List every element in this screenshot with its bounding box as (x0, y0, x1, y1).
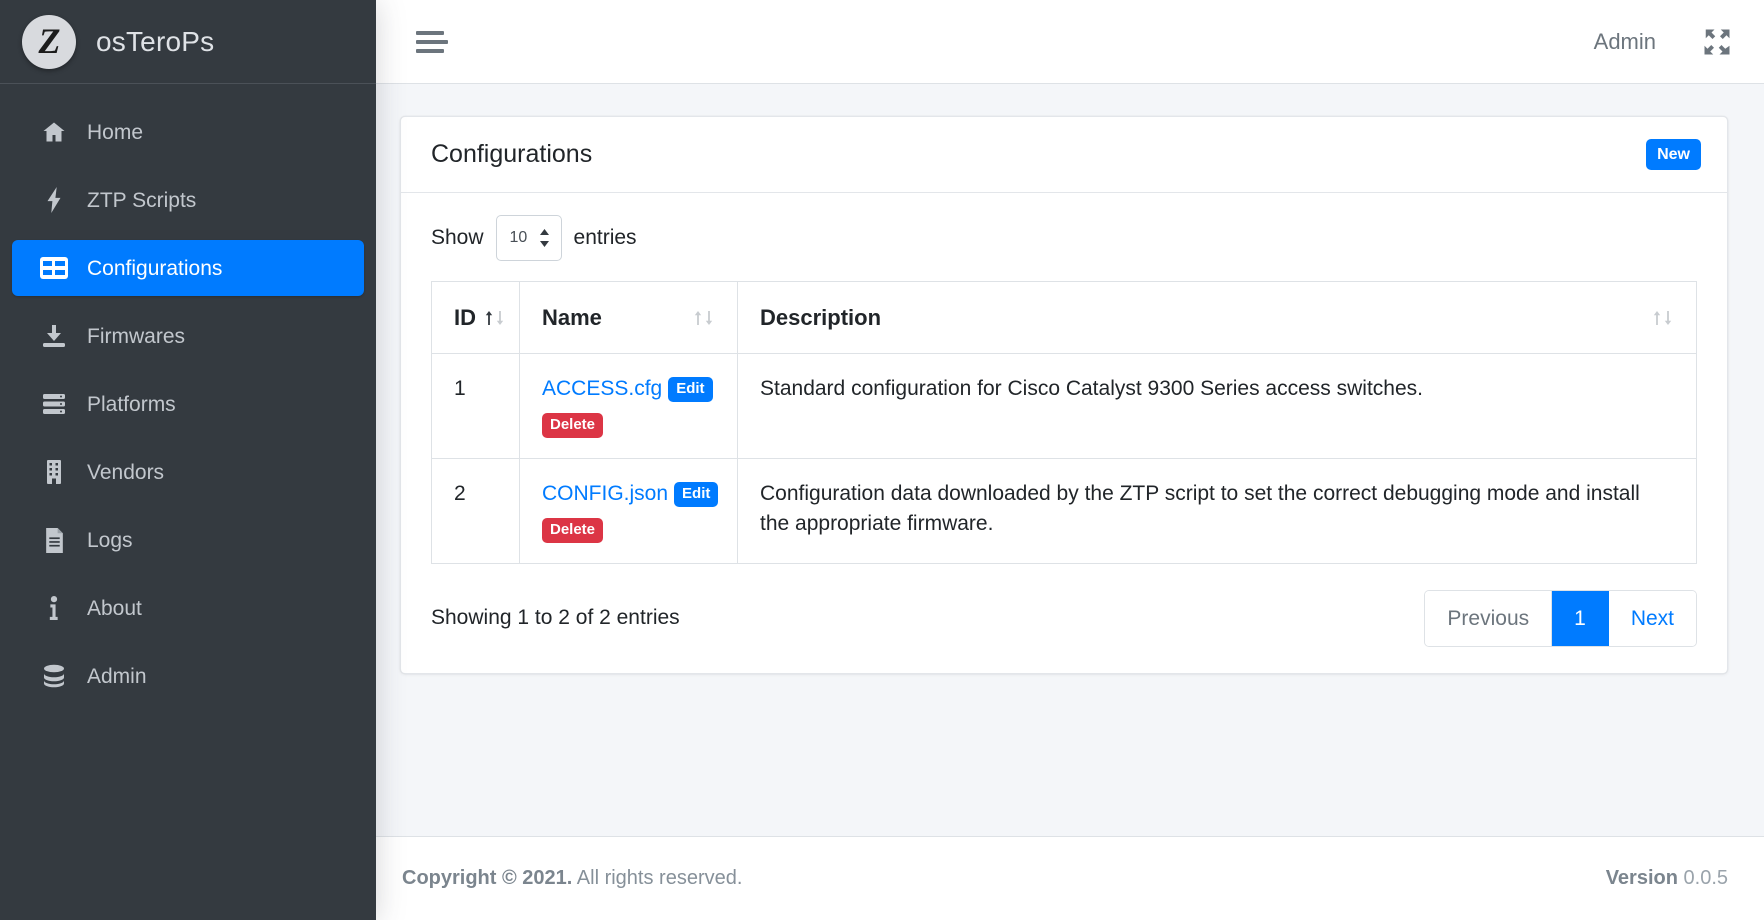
sidebar-item-ztp-scripts[interactable]: ZTP Scripts (12, 172, 364, 228)
table-row: 2 CONFIG.json Edit Delete Configuration d… (431, 457, 1697, 564)
datatable-info: Showing 1 to 2 of 2 entries (431, 606, 680, 630)
main-area: Admin Configurations New Show 10 entries… (376, 0, 1764, 920)
page-content: Configurations New Show 10 entries ID Na… (376, 84, 1764, 836)
sidebar-item-admin[interactable]: Admin (12, 648, 364, 704)
cell-description: Standard configuration for Cisco Catalys… (737, 353, 1697, 459)
bolt-icon (39, 187, 69, 213)
sidebar-item-configurations[interactable]: Configurations (12, 240, 364, 296)
home-icon (39, 120, 69, 144)
chevron-updown-icon (538, 229, 551, 247)
expand-arrows-icon[interactable] (1702, 27, 1732, 57)
column-header-id[interactable]: ID (431, 281, 520, 354)
table-head: ID Name Description (431, 281, 1697, 354)
sidebar-item-vendors[interactable]: Vendors (12, 444, 364, 500)
sort-none-icon (693, 309, 715, 327)
column-header-name[interactable]: Name (519, 281, 738, 354)
show-label: Show (431, 226, 484, 249)
pagination-page-1[interactable]: 1 (1552, 590, 1609, 647)
configurations-card: Configurations New Show 10 entries ID Na… (400, 116, 1728, 675)
sidebar-item-label: Logs (87, 528, 133, 552)
card-body: Show 10 entries ID Name Description 1 AC… (401, 193, 1727, 673)
sort-none-icon (1652, 309, 1674, 327)
cell-description: Configuration data downloaded by the ZTP… (737, 457, 1697, 564)
column-label: ID (454, 304, 476, 330)
sidebar-item-label: Platforms (87, 392, 176, 416)
info-icon (39, 595, 69, 620)
column-header-description[interactable]: Description (737, 281, 1697, 354)
pagination: Previous 1 Next (1424, 589, 1697, 648)
pagination-next[interactable]: Next (1608, 590, 1696, 647)
sidebar-item-label: Vendors (87, 460, 165, 484)
sort-asc-active-icon (484, 309, 506, 327)
sidebar-item-firmwares[interactable]: Firmwares (12, 308, 364, 364)
edit-button[interactable]: Edit (668, 377, 713, 402)
sidebar-item-label: About (87, 596, 142, 620)
page-footer: Copyright © 2021. All rights reserved. V… (376, 836, 1764, 920)
hamburger-bar (416, 48, 444, 53)
sidebar-item-label: Home (87, 120, 144, 144)
file-lines-icon (39, 527, 69, 553)
new-button[interactable]: New (1646, 138, 1701, 171)
table-body: 1 ACCESS.cfg Edit Delete Standard configu… (431, 353, 1697, 564)
table-header-row: ID Name Description (431, 281, 1697, 354)
hamburger-icon[interactable] (416, 27, 450, 57)
entries-label: entries (573, 226, 637, 249)
column-label: Description (760, 304, 882, 330)
database-icon (39, 664, 69, 688)
footer-version-label: Version (1605, 867, 1678, 889)
sidebar-nav: Home ZTP Scripts Configurations Firmware… (0, 84, 376, 710)
download-icon (39, 324, 69, 348)
column-label: Name (542, 304, 602, 330)
datatable-length-control: Show 10 entries (431, 215, 1697, 261)
sidebar-item-logs[interactable]: Logs (12, 512, 364, 568)
brand-logo-letter: Z (38, 20, 61, 61)
cell-id: 1 (431, 353, 520, 459)
hamburger-bar (416, 30, 444, 35)
datatable-footer: Showing 1 to 2 of 2 entries Previous 1 N… (431, 589, 1697, 648)
sidebar-item-platforms[interactable]: Platforms (12, 376, 364, 432)
sidebar-item-label: ZTP Scripts (87, 188, 197, 212)
topbar-right: Admin (1594, 27, 1732, 57)
delete-button[interactable]: Delete (542, 413, 604, 438)
topbar: Admin (376, 0, 1764, 84)
user-menu[interactable]: Admin (1594, 29, 1656, 55)
footer-copyright: Copyright © 2021. All rights reserved. (402, 867, 742, 890)
entries-per-page-select[interactable]: 10 (495, 215, 562, 261)
footer-version-value: 0.0.5 (1683, 867, 1728, 889)
brand-logo-z-icon: Z (22, 14, 76, 69)
configuration-link[interactable]: CONFIG.json (542, 482, 668, 505)
hamburger-bar (416, 39, 448, 44)
table-row: 1 ACCESS.cfg Edit Delete Standard configu… (431, 353, 1697, 459)
footer-copyright-strong: Copyright © 2021. (402, 867, 573, 889)
entries-per-page-value: 10 (509, 229, 528, 246)
cell-id: 2 (431, 457, 520, 564)
brand[interactable]: Z osTeroPs (0, 0, 376, 84)
footer-version: Version 0.0.5 (1606, 867, 1728, 890)
sidebar-item-label: Configurations (87, 256, 223, 280)
sidebar-item-home[interactable]: Home (12, 104, 364, 160)
server-stack-icon (39, 392, 69, 416)
edit-button[interactable]: Edit (674, 482, 719, 507)
card-header: Configurations New (401, 117, 1727, 193)
sidebar-item-about[interactable]: About (12, 580, 364, 636)
pagination-previous[interactable]: Previous (1425, 590, 1553, 647)
app-root: Z osTeroPs Home ZTP Scripts Configuratio… (0, 0, 1764, 920)
footer-copyright-rest: All rights reserved. (572, 867, 743, 889)
configurations-table: ID Name Description 1 ACCESS.cfg Edit De… (431, 281, 1697, 564)
delete-button[interactable]: Delete (542, 518, 604, 543)
cell-name: CONFIG.json Edit Delete (519, 457, 738, 564)
cell-name: ACCESS.cfg Edit Delete (519, 353, 738, 459)
table-grid-icon (39, 256, 69, 280)
building-icon (39, 460, 69, 484)
configuration-link[interactable]: ACCESS.cfg (542, 377, 662, 400)
brand-title: osTeroPs (96, 25, 215, 57)
page-title: Configurations (431, 140, 593, 168)
sidebar-item-label: Firmwares (87, 324, 185, 348)
sidebar-item-label: Admin (87, 664, 147, 688)
sidebar: Z osTeroPs Home ZTP Scripts Configuratio… (0, 0, 376, 920)
